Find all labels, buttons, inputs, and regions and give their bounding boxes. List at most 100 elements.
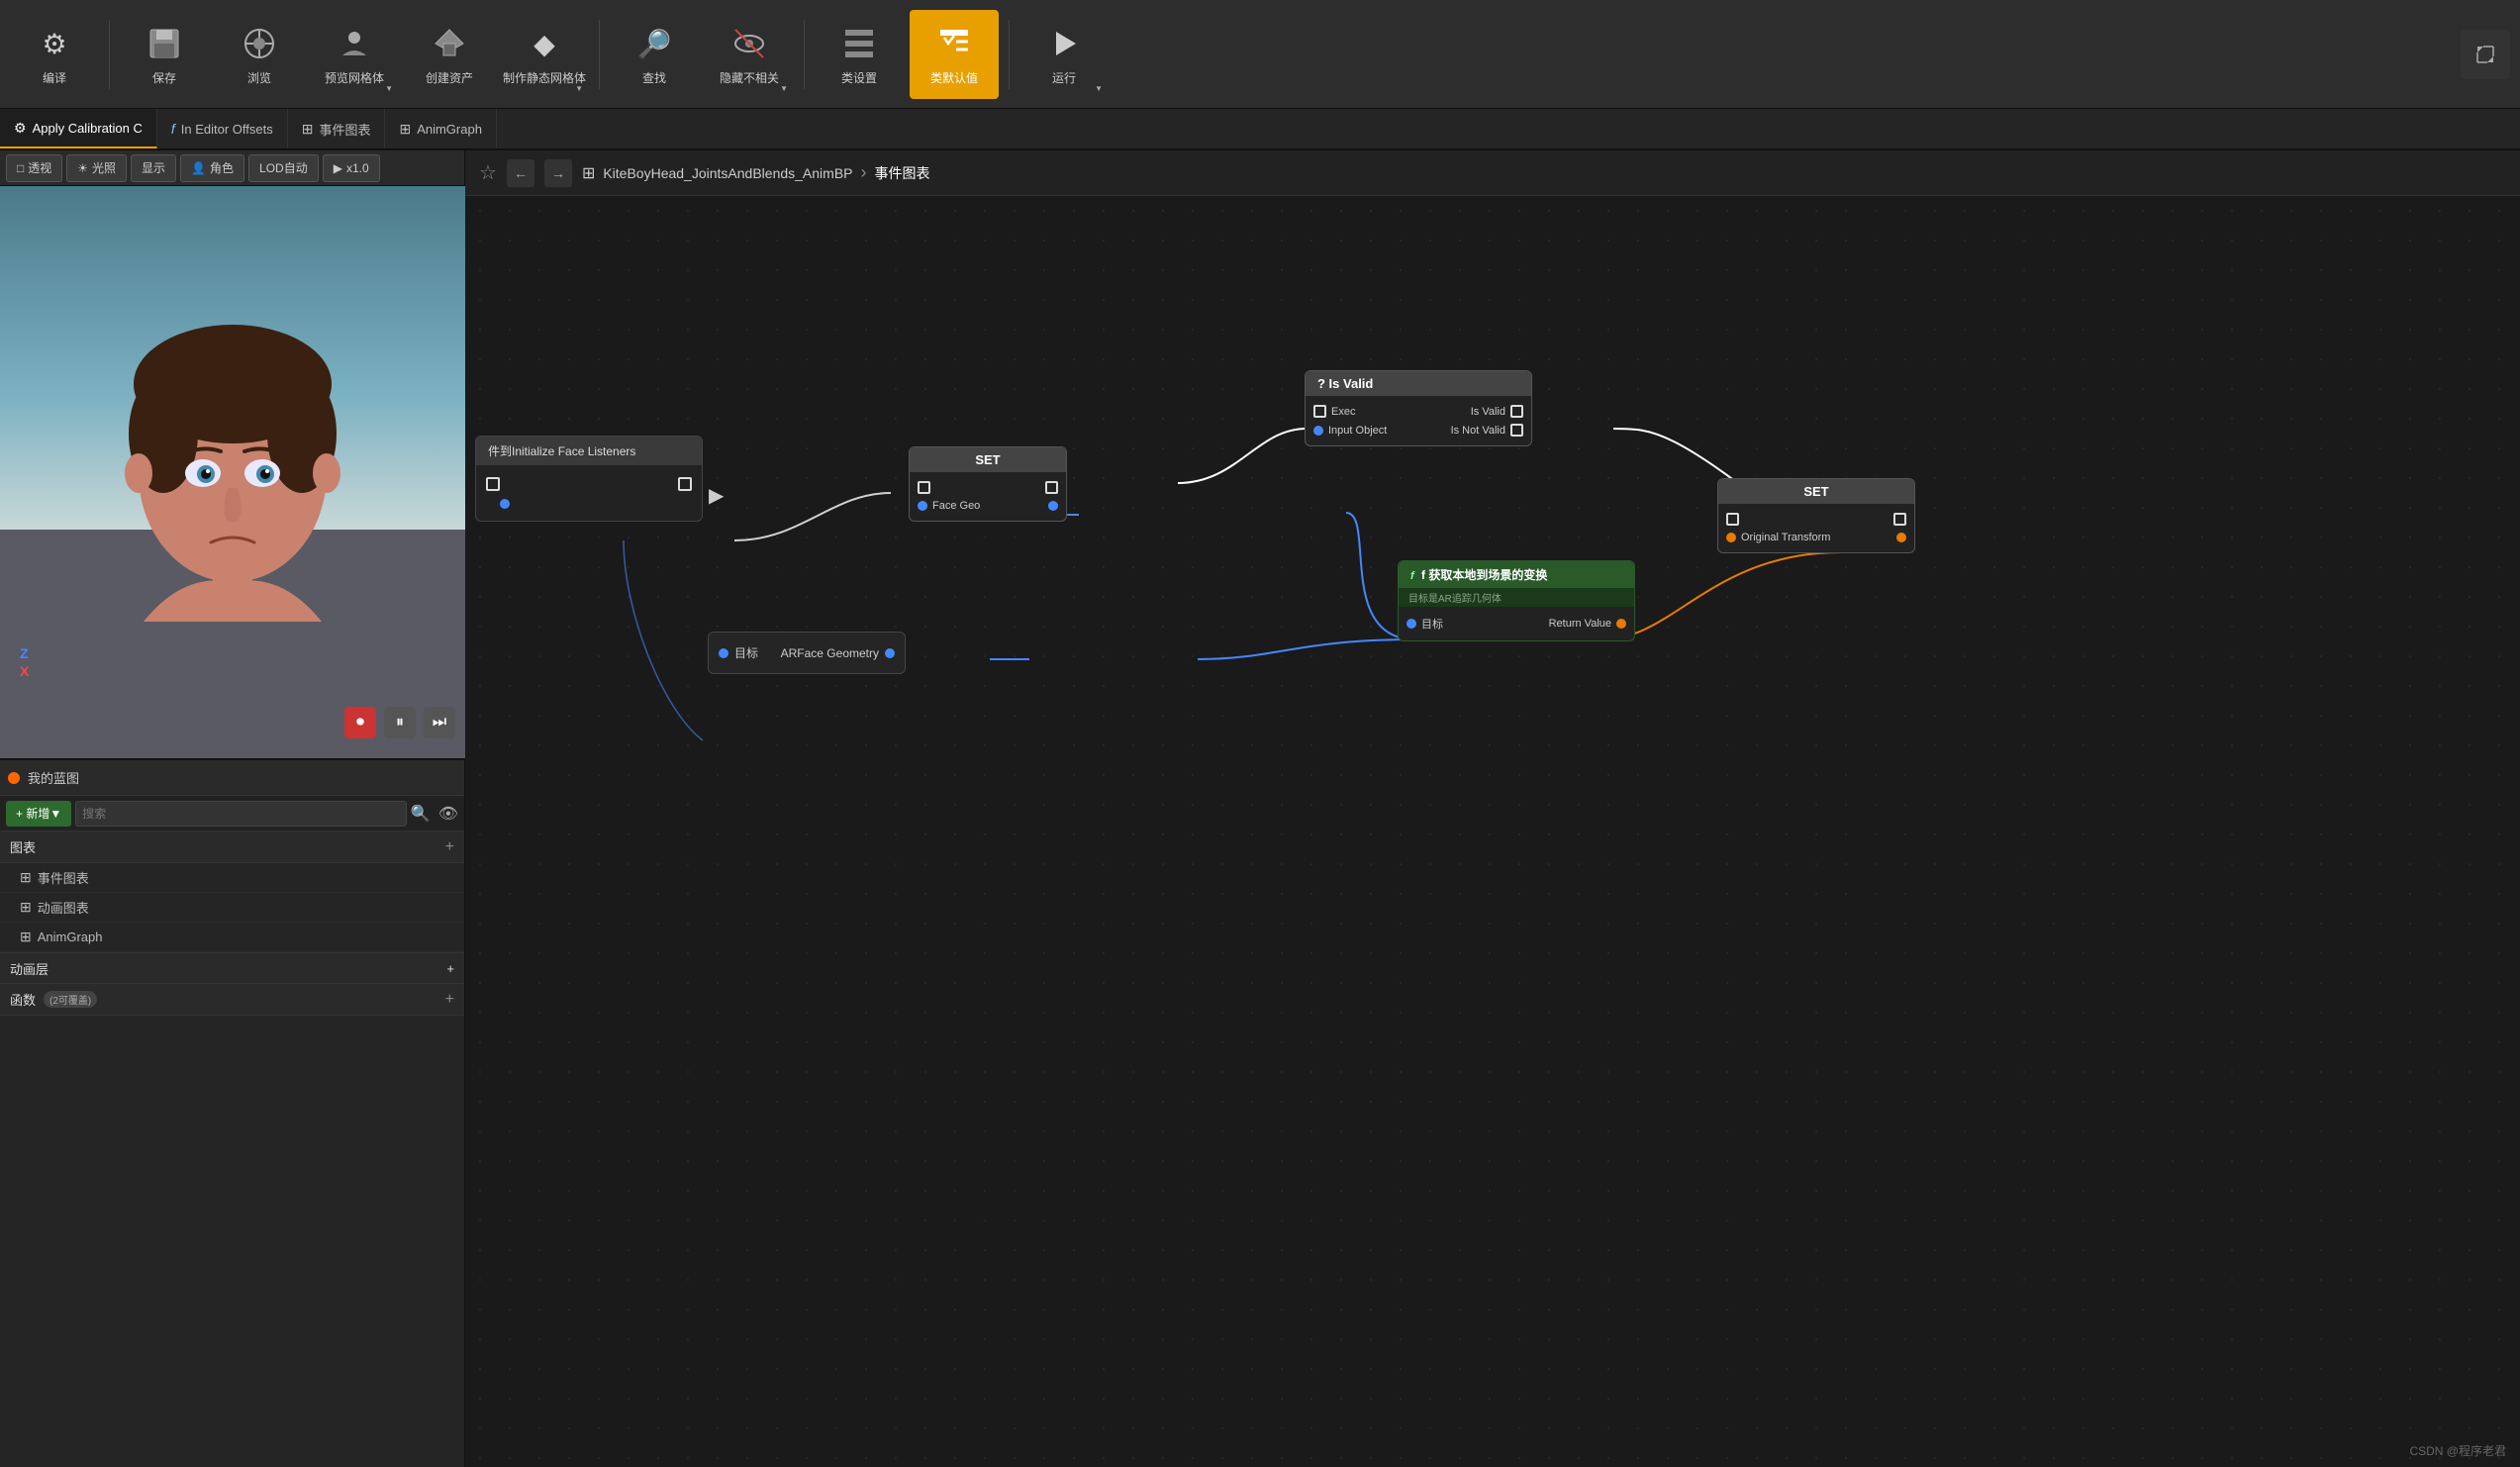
viewport[interactable]: 在预览KiteBoyHead_JointsAndBlends_AnimBP_C.… — [0, 186, 465, 760]
preview-mesh-button[interactable]: 预览网格体 ▼ — [310, 10, 399, 99]
lod-button[interactable]: LOD自动 — [248, 154, 319, 182]
sun-icon: ☀ — [77, 161, 88, 175]
tab-in-editor-offsets[interactable]: f In Editor Offsets — [157, 109, 288, 148]
node-get-transform-subtitle: 目标是AR追踪几何体 — [1399, 588, 1634, 607]
forward-button[interactable]: → — [544, 159, 572, 187]
tab-anim-graph[interactable]: ⊞ AnimGraph — [385, 109, 496, 148]
create-asset-button[interactable]: 创建资产 — [405, 10, 494, 99]
run-icon — [1042, 22, 1086, 65]
face-geo-out-pin — [1048, 501, 1058, 511]
breadcrumb-blueprint-name[interactable]: KiteBoyHead_JointsAndBlends_AnimBP — [603, 165, 852, 181]
run-button[interactable]: 运行 ▼ — [1019, 10, 1109, 99]
node-set-face-geo[interactable]: SET Face Geo — [909, 446, 1067, 522]
record-button[interactable]: ⏺ — [344, 707, 376, 738]
character-svg — [104, 255, 361, 632]
event-graph-item-icon: ⊞ — [20, 869, 32, 886]
tab-func-icon: f — [171, 121, 175, 137]
add-graph-icon[interactable]: + — [445, 838, 454, 856]
animation-graph-item[interactable]: ⊞ 动画图表 — [0, 893, 464, 923]
scale-icon: ▶ — [334, 161, 342, 175]
browse-button[interactable]: 浏览 — [215, 10, 304, 99]
node-set-original-body: Original Transform — [1718, 504, 1914, 552]
visibility-toggle-icon[interactable]: 👁 — [438, 804, 458, 824]
anim-graph-item-icon: ⊞ — [20, 899, 32, 916]
toolbar-divider-2 — [599, 20, 600, 89]
expand-button[interactable] — [2461, 30, 2510, 79]
set-exec-row — [910, 478, 1066, 497]
chevron-down-icon: ▼ — [385, 84, 393, 93]
set-exec-out — [1045, 481, 1058, 494]
set-face-geo-row: Face Geo — [910, 497, 1066, 515]
node-get-transform[interactable]: f f 获取本地到场景的变换 目标是AR追踪几何体 目标 Return Valu… — [1398, 560, 1635, 641]
node-get-transform-body: 目标 Return Value — [1399, 607, 1634, 640]
node-set-original-header: SET — [1718, 479, 1914, 504]
breadcrumb-current: 事件图表 — [875, 163, 930, 183]
orig-transform-in-pin — [1726, 533, 1736, 542]
save-button[interactable]: 保存 — [120, 10, 209, 99]
left-panel: □ 透视 ☀ 光照 显示 👤 角色 LOD自动 ▶ x1.0 — [0, 150, 465, 1467]
find-button[interactable]: 🔎 查找 — [610, 10, 699, 99]
pause-button[interactable]: ⏸ — [384, 707, 416, 738]
input-obj-pin — [1313, 426, 1323, 436]
toolbar-divider-3 — [804, 20, 805, 89]
node-get-transform-header: f f 获取本地到场景的变换 — [1399, 561, 1634, 588]
add-layer-icon[interactable]: + — [446, 961, 454, 976]
add-new-button[interactable]: + 新增▼ — [6, 801, 71, 827]
compile-icon: ⚙ — [33, 22, 76, 65]
face-geo-input-pin — [500, 499, 510, 509]
graphs-section-header[interactable]: 图表 + — [0, 831, 464, 863]
set-orig-exec-in — [1726, 513, 1739, 526]
anim-graph-item[interactable]: ⊞ AnimGraph — [0, 923, 464, 952]
editor-tabs-bar: ⚙ Apply Calibration C f In Editor Offset… — [0, 109, 2520, 150]
character-icon: 👤 — [191, 161, 206, 175]
graph-area[interactable]: ☆ ← → ⊞ KiteBoyHead_JointsAndBlends_Anim… — [465, 150, 2520, 1467]
toolbar-divider-4 — [1009, 20, 1010, 89]
make-static-button[interactable]: ◆ 制作静态网格体 ▼ — [500, 10, 589, 99]
functions-section-header[interactable]: 函数 (2可覆盖) + — [0, 984, 464, 1016]
scale-button[interactable]: ▶ x1.0 — [323, 154, 380, 182]
functions-label: 函数 — [10, 990, 36, 1009]
node-arface-target[interactable]: 目标 ARFace Geometry — [708, 632, 906, 674]
tab-apply-calibration[interactable]: ⚙ Apply Calibration C — [0, 109, 157, 148]
class-settings-button[interactable]: 类设置 — [815, 10, 904, 99]
orig-transform-out-pin — [1896, 533, 1906, 542]
add-function-icon[interactable]: + — [445, 991, 454, 1009]
node-is-valid[interactable]: ? Is Valid Exec Is Valid — [1305, 370, 1532, 446]
step-forward-button[interactable]: ⏭ — [424, 707, 455, 738]
animation-layers-header[interactable]: 动画层 + — [0, 952, 464, 984]
hide-unrelated-icon — [727, 22, 771, 65]
my-blueprint-label: 我的蓝图 — [28, 768, 79, 787]
is-valid-input-row: Input Object Is Not Valid — [1306, 421, 1531, 440]
tab-event-graph[interactable]: ⊞ 事件图表 — [288, 109, 386, 148]
bookmark-icon[interactable]: ☆ — [479, 160, 497, 185]
browse-icon — [238, 22, 281, 65]
is-valid-out — [1510, 405, 1523, 418]
is-valid-exec-in — [1313, 405, 1326, 418]
graph-canvas[interactable]: 件到Initialize Face Listeners ▶ — [465, 196, 2520, 1467]
back-button[interactable]: ← — [507, 159, 534, 187]
class-defaults-button[interactable]: 类默认值 — [910, 10, 999, 99]
node-is-valid-header: ? Is Valid — [1306, 371, 1531, 396]
hide-unrelated-button[interactable]: 隐藏不相关 ▼ — [705, 10, 794, 99]
make-static-icon: ◆ — [523, 22, 566, 65]
find-icon: 🔎 — [632, 22, 676, 65]
arface-out-pin — [885, 648, 895, 658]
event-graph-item[interactable]: ⊞ 事件图表 — [0, 863, 464, 893]
get-transform-row: 目标 Return Value — [1399, 613, 1634, 635]
node-set-original[interactable]: SET Original Transform — [1717, 478, 1915, 553]
lighting-button[interactable]: ☀ 光照 — [66, 154, 127, 182]
viewport-controls-bar: □ 透视 ☀ 光照 显示 👤 角色 LOD自动 ▶ x1.0 — [0, 150, 464, 186]
main-toolbar: ⚙ 编译 保存 浏览 预览网格体 ▼ 创建资产 ◆ 制作静态网格体 ▼ 🔎 查找 — [0, 0, 2520, 109]
node-set-body: Face Geo — [910, 472, 1066, 521]
search-icon[interactable]: 🔍 — [411, 804, 431, 824]
z-axis-label: Z — [20, 645, 29, 661]
class-settings-icon — [837, 22, 881, 65]
search-input[interactable] — [75, 801, 407, 827]
show-button[interactable]: 显示 — [131, 154, 176, 182]
perspective-button[interactable]: □ 透视 — [6, 154, 62, 182]
toolbar-divider-1 — [109, 20, 110, 89]
node-init-face-listeners[interactable]: 件到Initialize Face Listeners — [475, 436, 703, 522]
run-dropdown-icon: ▼ — [1095, 84, 1103, 93]
compile-button[interactable]: ⚙ 编译 — [10, 10, 99, 99]
character-button[interactable]: 👤 角色 — [180, 154, 244, 182]
